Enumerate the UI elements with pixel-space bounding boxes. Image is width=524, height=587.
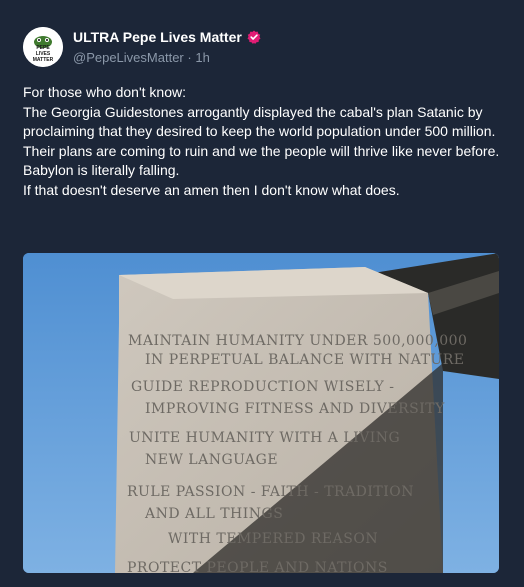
post-timestamp[interactable]: 1h — [195, 50, 209, 65]
inscription-line: NEW LANGUAGE — [145, 452, 278, 468]
inscription-line: MAINTAIN HUMANITY UNDER 500,000,000 — [128, 333, 467, 349]
post-image[interactable]: MAINTAIN HUMANITY UNDER 500,000,000 IN P… — [23, 253, 499, 573]
author-avatar[interactable]: PEPE LIVES MATTER — [23, 27, 63, 67]
post-paragraph: If that doesn't deserve an amen then I d… — [23, 181, 400, 198]
post-body: For those who don't know: The Georgia Gu… — [23, 83, 503, 200]
inscription-line: WITH TEMPERED REASON — [168, 531, 378, 547]
inscription-line: UNITE HUMANITY WITH A LIVING — [129, 430, 400, 446]
post-card: PEPE LIVES MATTER ULTRA Pepe Lives Matte… — [0, 0, 524, 587]
author-handle-line: @PepeLivesMatter · 1h — [73, 50, 210, 65]
inscription-line: IMPROVING FITNESS AND DIVERSITY — [145, 401, 445, 417]
post-paragraph: The Georgia Guidestones arrogantly displ… — [23, 103, 496, 140]
inscription-line: PROTECT PEOPLE AND NATIONS — [127, 560, 388, 573]
author-handle[interactable]: @PepeLivesMatter — [73, 50, 184, 65]
post-paragraph: Babylon is literally falling. — [23, 162, 180, 178]
inscription-line: AND ALL THINGS — [144, 506, 283, 522]
post-paragraph: For those who don't know: — [23, 84, 186, 100]
avatar-text-3: MATTER — [33, 57, 54, 63]
guidestones-photo: MAINTAIN HUMANITY UNDER 500,000,000 IN P… — [23, 253, 499, 573]
inscription-line: IN PERPETUAL BALANCE WITH NATURE — [145, 352, 464, 368]
inscription-line: RULE PASSION - FAITH - TRADITION — [127, 484, 414, 500]
display-name-text: ULTRA Pepe Lives Matter — [73, 29, 242, 45]
pepe-frog-logo-icon: PEPE LIVES MATTER — [23, 27, 63, 67]
inscription-line: GUIDE REPRODUCTION WISELY - — [131, 379, 394, 395]
author-display-name[interactable]: ULTRA Pepe Lives Matter — [73, 29, 261, 45]
post-paragraph: Their plans are coming to ruin and we th… — [23, 142, 500, 159]
separator-dot: · — [187, 50, 192, 65]
verified-badge-icon — [247, 30, 261, 44]
